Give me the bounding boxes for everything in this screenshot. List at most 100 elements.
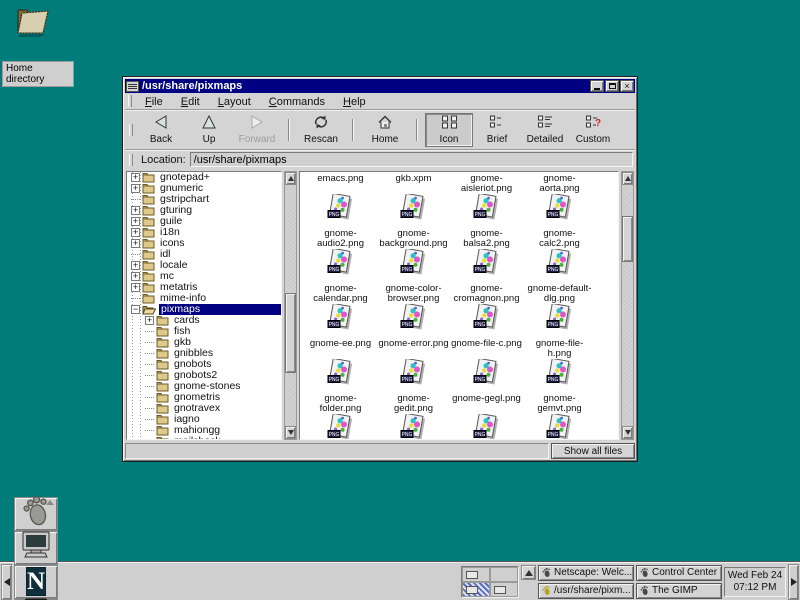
- expand-plus-icon[interactable]: +: [131, 173, 140, 182]
- expand-plus-icon[interactable]: +: [131, 217, 140, 226]
- tree-item-gturing[interactable]: +gturing: [127, 205, 281, 216]
- files-scroll-thumb[interactable]: [622, 216, 633, 262]
- task-button-the-gimp[interactable]: The GIMP: [636, 583, 722, 599]
- file-gnome-cromagnon-png[interactable]: PNGgnome-cromagnon.png: [450, 246, 523, 301]
- menu-edit[interactable]: Edit: [172, 95, 209, 109]
- expand-plus-icon[interactable]: +: [145, 316, 154, 325]
- file-gnome-folder-png[interactable]: PNGgnome-folder.png: [304, 356, 377, 411]
- back-button[interactable]: Back: [137, 113, 185, 147]
- menu-commands[interactable]: Commands: [260, 95, 334, 109]
- desktop-icon-home-directory[interactable]: Home directory: [2, 4, 74, 87]
- desktop-pager[interactable]: [461, 566, 519, 598]
- file-gnome-ee-png[interactable]: PNGgnome-ee.png: [304, 301, 377, 356]
- file-gnome-background-png[interactable]: PNGgnome-background.png: [377, 191, 450, 246]
- file-gnome-aisleriot-png[interactable]: PNGgnome-aisleriot.png: [450, 171, 523, 191]
- file-gnome-color-browser-png[interactable]: PNGgnome-color-browser.png: [377, 246, 450, 301]
- expand-plus-icon[interactable]: +: [131, 206, 140, 215]
- file-gnome-error-png[interactable]: PNGgnome-error.png: [377, 301, 450, 356]
- files-scrollbar[interactable]: [621, 171, 634, 440]
- tree-scroll-trough[interactable]: [285, 185, 296, 426]
- file-item-partial[interactable]: PNG: [523, 411, 596, 440]
- window-menu-icon[interactable]: [126, 81, 139, 92]
- expand-plus-icon[interactable]: +: [131, 239, 140, 248]
- tree-scroll-up-icon[interactable]: [285, 172, 296, 185]
- tree-item-gnotepad-[interactable]: +gnotepad+: [127, 172, 281, 183]
- panel-clock[interactable]: Wed Feb 24 07:12 PM: [724, 567, 786, 597]
- tree-item-guile[interactable]: +guile: [127, 216, 281, 227]
- close-button[interactable]: ×: [620, 80, 634, 92]
- detailed-button[interactable]: Detailed: [521, 113, 569, 147]
- collapse-minus-icon[interactable]: −: [131, 305, 140, 314]
- show-all-files-button[interactable]: Show all files: [551, 443, 635, 459]
- tasklist-expand-button[interactable]: [521, 565, 536, 580]
- file-item-partial[interactable]: PNG: [450, 411, 523, 440]
- forward-button[interactable]: Forward: [233, 113, 281, 147]
- file-item-partial[interactable]: PNG: [377, 411, 450, 440]
- location-input[interactable]: [190, 152, 633, 167]
- file-gnome-gegl-png[interactable]: PNGgnome-gegl.png: [450, 356, 523, 411]
- pager-cell-3-active[interactable]: [462, 582, 490, 597]
- tree-item-gnotravex[interactable]: gnotravex: [127, 403, 281, 414]
- file-gnome-audio2-png[interactable]: PNGgnome-audio2.png: [304, 191, 377, 246]
- files-scroll-down-icon[interactable]: [622, 426, 633, 439]
- expand-plus-icon[interactable]: +: [131, 283, 140, 292]
- tree-scrollbar[interactable]: [284, 171, 297, 440]
- locationbar-grip[interactable]: [129, 154, 133, 166]
- tree-item-cards[interactable]: +cards: [127, 315, 281, 326]
- file-gnome-calc2-png[interactable]: PNGgnome-calc2.png: [523, 191, 596, 246]
- file-item-partial[interactable]: PNG: [304, 411, 377, 440]
- tree-item-locale[interactable]: +locale: [127, 260, 281, 271]
- file-gnome-file-c-png[interactable]: PNGgnome-file-c.png: [450, 301, 523, 356]
- task-button-netscape-welc-[interactable]: Netscape: Welc...: [538, 565, 634, 581]
- files-scroll-up-icon[interactable]: [622, 172, 633, 185]
- menu-help[interactable]: Help: [334, 95, 375, 109]
- custom-button[interactable]: ?Custom: [569, 113, 617, 147]
- brief-button[interactable]: Brief: [473, 113, 521, 147]
- tree-item-pixmaps[interactable]: −pixmaps: [127, 304, 281, 315]
- pager-cell-4[interactable]: [490, 582, 518, 597]
- file-gnome-file-h-png[interactable]: PNGgnome-file-h.png: [523, 301, 596, 356]
- tree-item-i18n[interactable]: +i18n: [127, 227, 281, 238]
- pager-cell-1[interactable]: [462, 567, 490, 582]
- tree-item-icons[interactable]: +icons: [127, 238, 281, 249]
- launcher-main-menu-button[interactable]: [14, 497, 58, 531]
- panel-hide-right-button[interactable]: [788, 564, 799, 600]
- maximize-button[interactable]: [605, 80, 619, 92]
- rescan-button[interactable]: Rescan: [297, 113, 345, 147]
- task-button-control-center[interactable]: Control Center: [636, 565, 722, 581]
- expand-plus-icon[interactable]: +: [131, 272, 140, 281]
- tree-item-mime-info[interactable]: mime-info: [127, 293, 281, 304]
- file-gnome-calendar-png[interactable]: PNGgnome-calendar.png: [304, 246, 377, 301]
- icon-button[interactable]: Icon: [425, 113, 473, 147]
- menu-layout[interactable]: Layout: [209, 95, 260, 109]
- file-gnome-gedit-png[interactable]: PNGgnome-gedit.png: [377, 356, 450, 411]
- task-button--usr-share-pixm-[interactable]: /usr/share/pixm...: [538, 583, 634, 599]
- expand-plus-icon[interactable]: +: [131, 184, 140, 193]
- tree-item-fish[interactable]: fish: [127, 326, 281, 337]
- menu-file[interactable]: File: [136, 95, 172, 109]
- up-button[interactable]: Up: [185, 113, 233, 147]
- titlebar[interactable]: /usr/share/pixmaps ×: [125, 79, 635, 93]
- tree-item-idl[interactable]: idl: [127, 249, 281, 260]
- toolbar-grip[interactable]: [129, 124, 133, 136]
- files-scroll-trough[interactable]: [622, 185, 633, 426]
- minimize-button[interactable]: [590, 80, 604, 92]
- menubar-grip[interactable]: [128, 95, 132, 107]
- file-gnome-balsa2-png[interactable]: PNGgnome-balsa2.png: [450, 191, 523, 246]
- file-gkb-xpm[interactable]: PNGgkb.xpm: [377, 171, 450, 191]
- tree-item-mc[interactable]: +mc: [127, 271, 281, 282]
- pager-cell-2[interactable]: [490, 567, 518, 582]
- launcher-terminal-button[interactable]: [14, 531, 58, 565]
- home-button[interactable]: Home: [361, 113, 409, 147]
- launcher-netscape-button[interactable]: N: [14, 565, 58, 599]
- expand-plus-icon[interactable]: +: [131, 261, 140, 270]
- tree-scroll-down-icon[interactable]: [285, 426, 296, 439]
- panel-hide-left-button[interactable]: [1, 564, 12, 600]
- expand-plus-icon[interactable]: +: [131, 228, 140, 237]
- tree-item-mailcheck[interactable]: mailcheck: [127, 436, 281, 440]
- file-emacs-png[interactable]: PNGemacs.png: [304, 171, 377, 191]
- file-gnome-aorta-png[interactable]: PNGgnome-aorta.png: [523, 171, 596, 191]
- tree-item-gstripchart[interactable]: gstripchart: [127, 194, 281, 205]
- tree-scroll-thumb[interactable]: [285, 293, 296, 373]
- file-gnome-default-dlg-png[interactable]: PNGgnome-default-dlg.png: [523, 246, 596, 301]
